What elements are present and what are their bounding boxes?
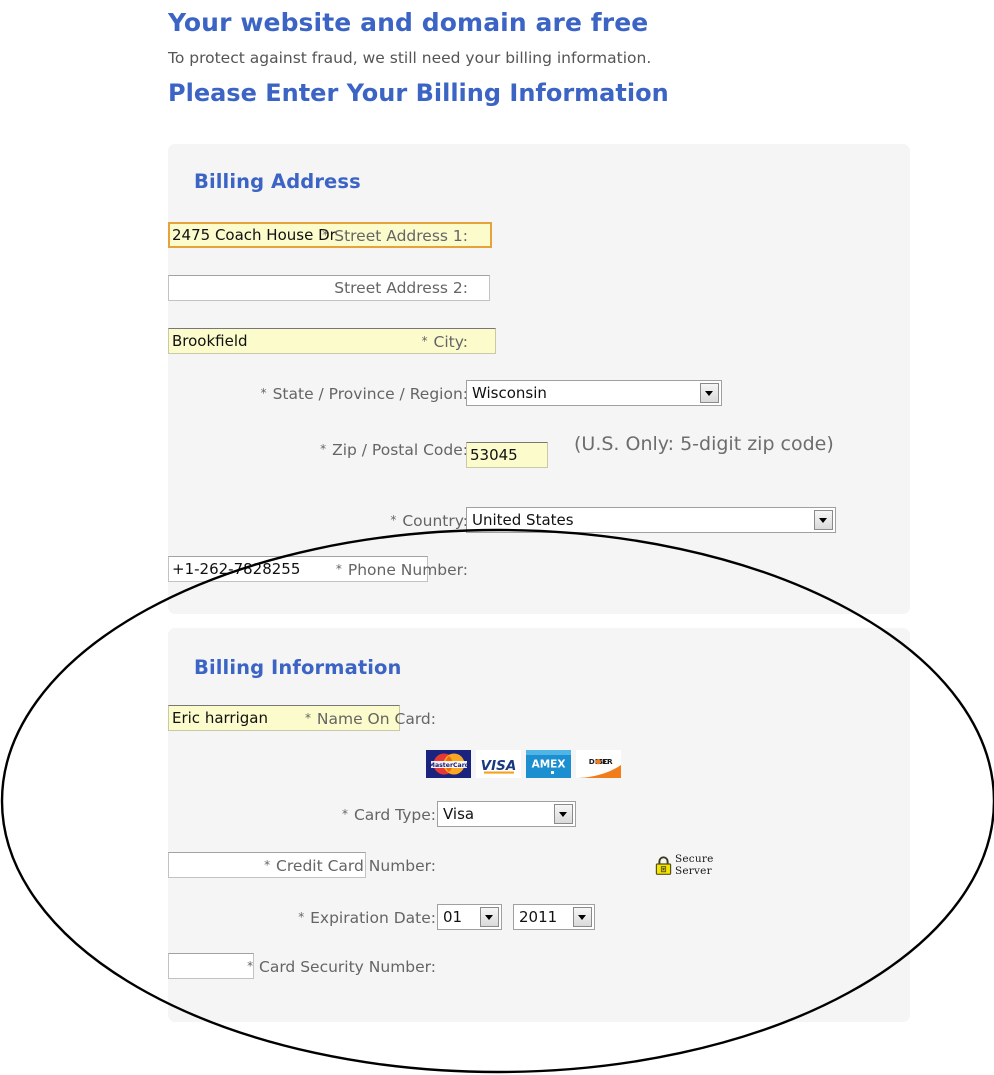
field-row-name-on-card: * Name On Card: xyxy=(168,705,910,733)
expiration-month-select[interactable]: 01 xyxy=(437,904,502,930)
label-street-address-1: * Street Address 1: xyxy=(322,227,468,245)
page-title: Your website and domain are free xyxy=(168,8,649,37)
country-select-value: United States xyxy=(472,511,574,529)
label-card-type: * Card Type: xyxy=(342,806,436,824)
label-card-security-number: * Card Security Number: xyxy=(247,958,436,976)
required-asterisk: * xyxy=(304,711,311,725)
secure-server-badge: Secure Server xyxy=(655,853,714,877)
padlock-icon xyxy=(655,856,672,875)
field-row-expiration-date: * Expiration Date: 01 2011 xyxy=(168,904,910,932)
field-row-card-security-number: * Card Security Number: xyxy=(168,953,910,981)
label-phone: * Phone Number: xyxy=(335,561,468,579)
required-asterisk: * xyxy=(322,228,329,242)
field-row-card-type: * Card Type: Visa xyxy=(168,801,910,829)
country-select[interactable]: United States xyxy=(466,507,836,533)
field-row-credit-card-number: * Credit Card Number: Secure Server xyxy=(168,852,910,880)
svg-text:AMEX: AMEX xyxy=(532,759,566,771)
mastercard-logo: MasterCard xyxy=(426,750,471,778)
field-row-street-address-2: Street Address 2: xyxy=(168,275,910,303)
expiration-month-value: 01 xyxy=(443,908,463,926)
page-subtitle: To protect against fraud, we still need … xyxy=(168,49,652,67)
secure-badge-line1: Secure xyxy=(675,853,714,865)
amex-logo: AMEX xyxy=(526,750,571,778)
billing-information-panel: Billing Information * Name On Card: Mast… xyxy=(168,628,910,1022)
required-asterisk: * xyxy=(260,386,267,400)
required-asterisk: * xyxy=(298,910,305,924)
state-select-value: Wisconsin xyxy=(472,384,547,402)
page-header: Your website and domain are free To prot… xyxy=(168,0,928,107)
label-state: * State / Province / Region: xyxy=(260,385,468,403)
required-asterisk: * xyxy=(421,334,428,348)
chevron-down-icon[interactable] xyxy=(700,383,719,403)
label-name-on-card: * Name On Card: xyxy=(304,710,436,728)
accepted-cards: MasterCard VISA AMEX DISC DISCOVER VER xyxy=(426,750,621,778)
chevron-down-icon[interactable] xyxy=(554,804,573,824)
billing-address-title: Billing Address xyxy=(194,170,361,193)
expiration-year-value: 2011 xyxy=(519,908,558,926)
state-select[interactable]: Wisconsin xyxy=(466,380,722,406)
visa-logo: VISA xyxy=(476,750,521,778)
field-row-phone: * Phone Number: xyxy=(168,556,910,584)
label-zip: * Zip / Postal Code: xyxy=(320,441,468,459)
label-expiration-date: * Expiration Date: xyxy=(298,909,436,927)
field-row-city: * City: xyxy=(168,328,910,356)
expiration-year-select[interactable]: 2011 xyxy=(513,904,595,930)
field-row-state: * State / Province / Region: Wisconsin xyxy=(168,380,910,408)
section-heading: Please Enter Your Billing Information xyxy=(168,79,669,107)
required-asterisk: * xyxy=(335,562,342,576)
chevron-down-icon[interactable] xyxy=(573,907,592,927)
billing-address-panel: Billing Address * Street Address 1: Stre… xyxy=(168,144,910,614)
field-row-country: * Country: United States xyxy=(168,507,910,535)
required-asterisk: * xyxy=(342,807,349,821)
svg-text:MasterCard: MasterCard xyxy=(429,762,469,769)
required-asterisk: * xyxy=(247,959,254,973)
secure-badge-line2: Server xyxy=(675,864,712,877)
zip-hint: (U.S. Only: 5-digit zip code) xyxy=(574,433,834,455)
field-row-zip: * Zip / Postal Code: (U.S. Only: 5-digit… xyxy=(168,433,910,468)
card-type-select[interactable]: Visa xyxy=(437,801,576,827)
zip-input[interactable] xyxy=(466,442,548,468)
label-city: * City: xyxy=(421,333,468,351)
label-street-address-2: Street Address 2: xyxy=(334,279,468,297)
required-asterisk: * xyxy=(264,858,271,872)
field-row-street-address-1: * Street Address 1: xyxy=(168,222,910,250)
card-type-select-value: Visa xyxy=(443,805,475,823)
required-asterisk: * xyxy=(390,513,397,527)
label-country: * Country: xyxy=(390,512,468,530)
billing-information-title: Billing Information xyxy=(194,656,402,679)
discover-logo: DISC DISCOVER VER xyxy=(576,750,621,778)
chevron-down-icon[interactable] xyxy=(814,510,833,530)
chevron-down-icon[interactable] xyxy=(480,907,499,927)
required-asterisk: * xyxy=(320,442,327,456)
label-credit-card-number: * Credit Card Number: xyxy=(264,857,436,875)
